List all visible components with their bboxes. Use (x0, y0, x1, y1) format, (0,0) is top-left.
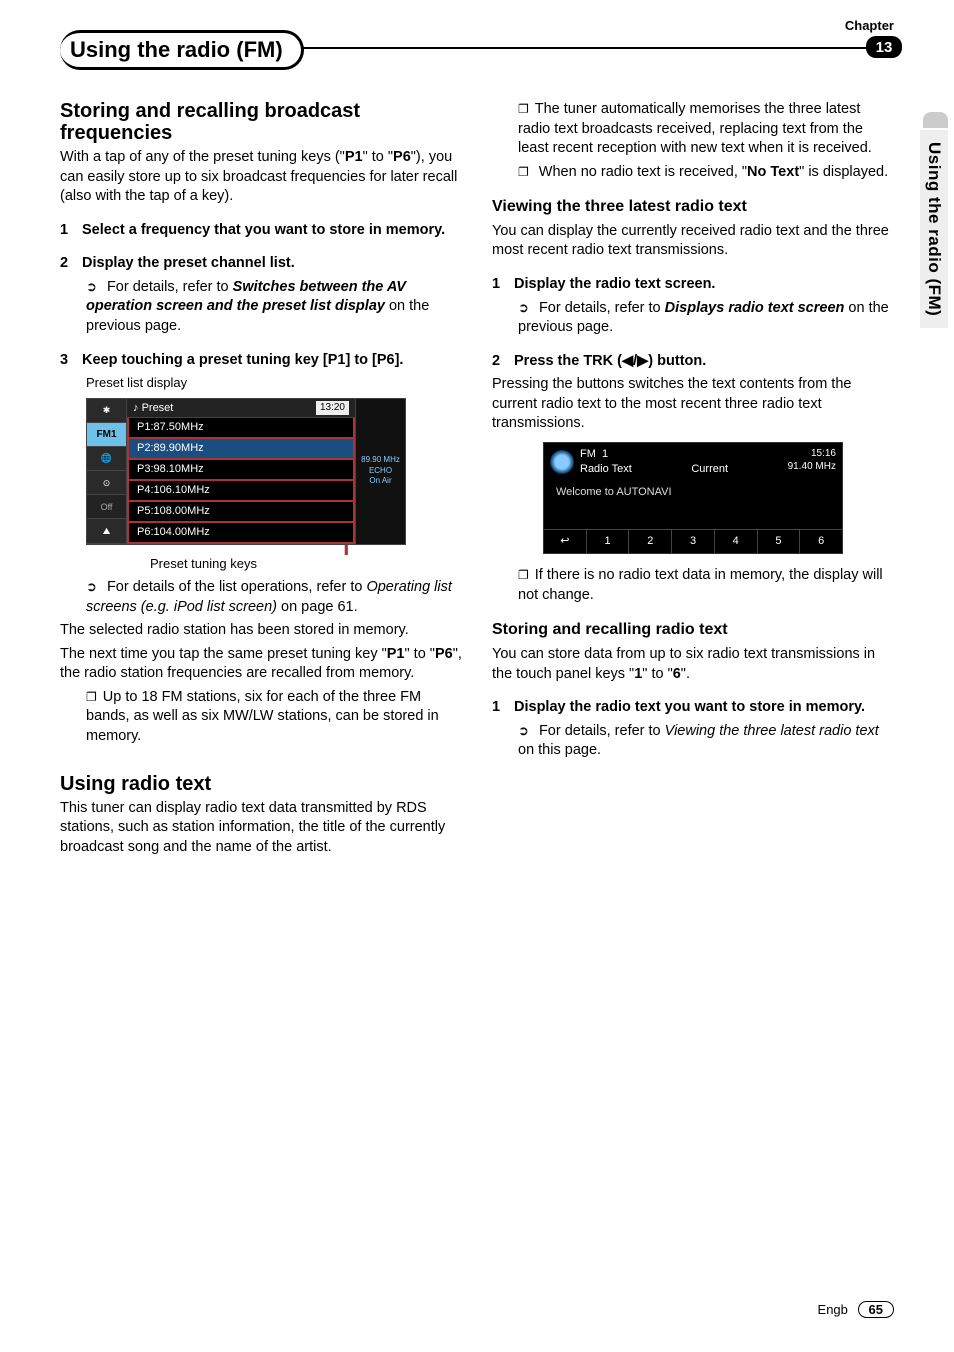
no-text-note: When no radio text is received, "No Text… (492, 163, 894, 183)
chapter-title-fm: FM (244, 37, 276, 62)
rtext-key-6: 6 (800, 530, 842, 553)
rtext-key-back: ↩ (544, 530, 587, 553)
rtext-msg: Welcome to AUTONAVI (544, 481, 842, 530)
right-step-3-sub: For details, refer to Viewing the three … (492, 722, 894, 761)
gear-icon (550, 450, 574, 474)
step-2: 2Display the preset channel list. (60, 254, 462, 274)
preset-row-4: P4:106.10MHz (127, 481, 355, 502)
preset-slot-icon-3: ⛰ (87, 519, 126, 543)
preset-fm-label: FM1 (87, 423, 126, 447)
side-tab: Using the radio (FM) (920, 130, 948, 328)
footer-lang: Engb (818, 1302, 848, 1317)
preset-right-echo: ECHO (369, 466, 392, 477)
step-2-sub: For details, refer to Switches between t… (60, 278, 462, 337)
preset-right-panel: 89.90 MHz ECHO On Air (355, 399, 405, 544)
preset-row-6: P6:104.00MHz (127, 523, 355, 544)
no-data-note: If there is no radio text data in memory… (492, 566, 894, 605)
rtext-freq: 91.40 MHz (788, 460, 836, 474)
chapter-header: Using the radio (FM) Chapter 13 (60, 30, 894, 70)
page-footer: Engb 65 (818, 1301, 894, 1318)
radio-text-figure: FM 1 Radio Text Current 15:16 91.40 MHz … (543, 442, 843, 554)
rtext-key-4: 4 (715, 530, 758, 553)
rtext-top-right: 15:16 91.40 MHz (788, 447, 836, 477)
storing-heading: Storing and recalling broadcast frequenc… (60, 100, 462, 144)
right-step-3: 1Display the radio text you want to stor… (492, 698, 894, 718)
preset-slot-icon-1: 🌐 (87, 447, 126, 471)
bluetooth-icon: ✱ (87, 399, 126, 423)
chapter-number-badge: 13 (866, 36, 902, 58)
preset-right-onair: On Air (369, 476, 391, 487)
stored-msg: The selected radio station has been stor… (60, 621, 462, 641)
step-1: 1Select a frequency that you want to sto… (60, 221, 462, 241)
list-op-note: For details of the list operations, refe… (60, 578, 462, 617)
storing-rtext-intro: You can store data from up to six radio … (492, 645, 894, 684)
storing-rtext-heading: Storing and recalling radio text (492, 619, 894, 641)
preset-row-3: P3:98.10MHz (127, 460, 355, 481)
preset-row-5: P5:108.00MHz (127, 502, 355, 523)
viewing-intro: You can display the currently received r… (492, 222, 894, 261)
right-step-2-body: Pressing the buttons switches the text c… (492, 375, 894, 434)
content-columns: Storing and recalling broadcast frequenc… (60, 100, 894, 861)
radio-text-intro: This tuner can display radio text data t… (60, 799, 462, 858)
rtext-label: Radio Text (580, 462, 632, 477)
rtext-key-5: 5 (758, 530, 801, 553)
rtext-key-1: 1 (587, 530, 630, 553)
chapter-title: Using the radio (FM) (60, 30, 304, 70)
recall-msg: The next time you tap the same preset tu… (60, 645, 462, 684)
preset-off-label: Off (87, 495, 126, 519)
rtext-keys: ↩ 1 2 3 4 5 6 (544, 529, 842, 553)
preset-left-strip: ✱ FM1 🌐 ⊙ Off ⛰ (87, 399, 127, 544)
chapter-label: Chapter (845, 18, 894, 33)
rtext-num: 1 (602, 448, 608, 460)
preset-header-row: ♪ Preset 13:20 (127, 399, 355, 419)
rtext-top-left: FM 1 Radio Text (550, 447, 632, 477)
right-step-1: 1Display the radio text screen. (492, 275, 894, 295)
right-column: The tuner automatically memorises the th… (492, 100, 894, 861)
preset-row-2: P2:89.90MHz (127, 439, 355, 460)
rtext-current: Current (691, 462, 728, 477)
viewing-heading: Viewing the three latest radio text (492, 196, 894, 218)
rtext-time: 15:16 (788, 447, 836, 461)
storing-intro: With a tap of any of the preset tuning k… (60, 148, 462, 207)
side-tab-cap (923, 112, 948, 128)
right-step-2: 2Press the TRK (◀/▶) button. (492, 352, 894, 372)
preset-list-caption-bot: Preset tuning keys (150, 555, 462, 573)
preset-list-caption-top: Preset list display (60, 374, 462, 392)
rtext-top-labels: FM 1 Radio Text (580, 447, 632, 477)
rtext-key-3: 3 (672, 530, 715, 553)
right-step-1-sub: For details, refer to Displays radio tex… (492, 299, 894, 338)
left-column: Storing and recalling broadcast frequenc… (60, 100, 462, 861)
preset-right-freq: 89.90 MHz (361, 455, 400, 466)
preset-header-label: Preset (142, 402, 174, 414)
memorise-note: The tuner automatically memorises the th… (492, 100, 894, 159)
step-3: 3Keep touching a preset tuning key [P1] … (60, 351, 462, 371)
preset-mid: ♪ Preset 13:20 P1:87.50MHz P2:89.90MHz P… (127, 399, 355, 544)
preset-time: 13:20 (316, 401, 349, 416)
preset-slot-icon-2: ⊙ (87, 471, 126, 495)
rtext-top: FM 1 Radio Text Current 15:16 91.40 MHz (544, 443, 842, 481)
rtext-key-2: 2 (629, 530, 672, 553)
page-number: 65 (858, 1301, 894, 1318)
chapter-title-a: Using the radio ( (70, 37, 244, 62)
rtext-fm: FM (580, 448, 596, 460)
preset-list-figure: ✱ FM1 🌐 ⊙ Off ⛰ ♪ Preset 13:20 P1:87.50M… (86, 398, 406, 545)
chapter-title-c: ) (275, 37, 282, 62)
preset-row-1: P1:87.50MHz (127, 418, 355, 439)
fm-stations-note: Up to 18 FM stations, six for each of th… (60, 688, 462, 747)
radio-text-heading: Using radio text (60, 773, 462, 795)
